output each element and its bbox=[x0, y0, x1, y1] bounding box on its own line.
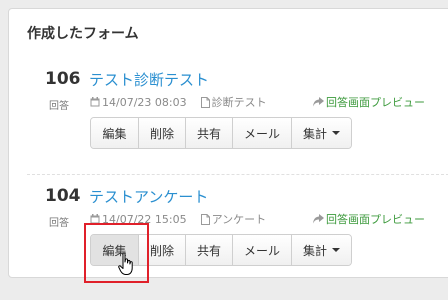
share-arrow-icon bbox=[313, 214, 324, 224]
preview-link-label: 回答画面プレビュー bbox=[326, 96, 425, 109]
calendar-icon bbox=[90, 97, 100, 107]
form-date: 14/07/23 08:03 bbox=[102, 95, 187, 109]
preview-link[interactable]: 回答画面プレビュー bbox=[313, 212, 425, 226]
form-actions: 編集 削除 共有 メール 集計 bbox=[90, 117, 353, 149]
form-type: アンケート bbox=[211, 213, 267, 226]
response-count-label: 回答 bbox=[49, 101, 69, 112]
mail-button[interactable]: メール bbox=[233, 235, 293, 265]
aggregate-label: 集計 bbox=[303, 126, 328, 141]
delete-button[interactable]: 削除 bbox=[139, 235, 187, 265]
mail-button[interactable]: メール bbox=[233, 118, 293, 148]
form-meta: 14/07/23 08:03 診断テスト bbox=[90, 95, 267, 109]
aggregate-label: 集計 bbox=[303, 243, 328, 258]
delete-button[interactable]: 削除 bbox=[139, 118, 187, 148]
form-meta: 14/07/22 15:05 アンケート bbox=[90, 212, 266, 226]
hand-cursor-icon bbox=[118, 252, 136, 280]
form-date: 14/07/22 15:05 bbox=[102, 212, 187, 226]
share-button[interactable]: 共有 bbox=[186, 235, 234, 265]
share-arrow-icon bbox=[313, 97, 324, 107]
form-title-link[interactable]: テスト診断テスト bbox=[89, 69, 209, 90]
share-button[interactable]: 共有 bbox=[186, 118, 234, 148]
calendar-icon bbox=[90, 214, 100, 224]
aggregate-dropdown-button[interactable]: 集計 bbox=[292, 118, 352, 148]
edit-button[interactable]: 編集 bbox=[91, 118, 139, 148]
preview-link-label: 回答画面プレビュー bbox=[326, 213, 425, 226]
panel-title: 作成したフォーム bbox=[27, 26, 139, 42]
document-icon bbox=[200, 96, 210, 108]
response-count: 106 bbox=[45, 69, 81, 89]
caret-down-icon bbox=[332, 131, 341, 135]
response-count: 104 bbox=[45, 186, 81, 206]
response-count-label: 回答 bbox=[49, 218, 69, 229]
form-title-link[interactable]: テストアンケート bbox=[89, 186, 208, 207]
preview-link[interactable]: 回答画面プレビュー bbox=[313, 95, 425, 109]
form-type: 診断テスト bbox=[211, 96, 267, 109]
forms-panel: 作成したフォーム 106 回答 テスト診断テスト 14/07/23 08:03 … bbox=[8, 8, 448, 278]
caret-down-icon bbox=[332, 248, 341, 252]
document-icon bbox=[200, 213, 210, 225]
item-divider bbox=[27, 174, 448, 175]
aggregate-dropdown-button[interactable]: 集計 bbox=[292, 235, 352, 265]
